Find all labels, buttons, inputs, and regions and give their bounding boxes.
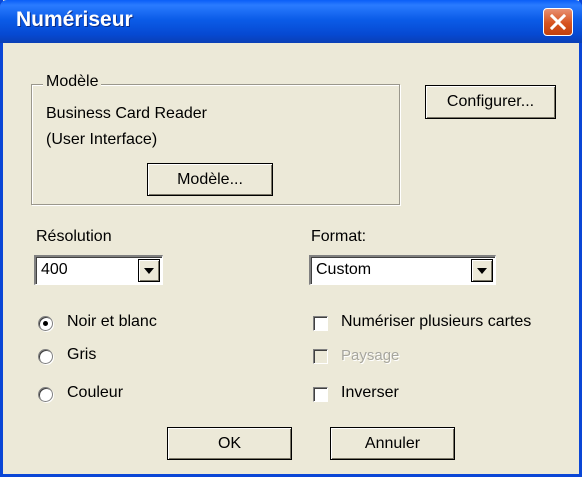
close-button[interactable]	[543, 8, 573, 36]
checkbox-numeriser-plusieurs-cartes-label[interactable]: Numériser plusieurs cartes	[341, 313, 531, 331]
model-group-legend: Modèle	[43, 73, 102, 91]
model-name-line2: (User Interface)	[46, 131, 158, 148]
checkbox-numeriser-plusieurs-cartes[interactable]	[313, 316, 328, 331]
ok-button[interactable]: OK	[167, 427, 292, 460]
configure-button-label: Configurer...	[446, 93, 535, 110]
window-title: Numériseur	[16, 8, 133, 31]
format-label: Format:	[311, 228, 367, 245]
radio-couleur[interactable]	[38, 387, 53, 402]
checkbox-paysage-label: Paysage	[341, 347, 400, 364]
format-select[interactable]: Custom	[309, 255, 496, 285]
format-dropdown-button[interactable]	[471, 259, 493, 282]
radio-gris[interactable]	[38, 349, 53, 364]
chevron-down-icon	[144, 268, 154, 274]
radio-gris-label[interactable]: Gris	[67, 346, 96, 364]
resolution-select[interactable]: 400	[34, 255, 163, 285]
chevron-down-icon	[477, 268, 487, 274]
model-button[interactable]: Modèle...	[147, 163, 273, 196]
format-value: Custom	[316, 261, 372, 278]
resolution-value: 400	[41, 261, 68, 278]
cancel-button-label: Annuler	[364, 434, 421, 452]
checkbox-inverser-label[interactable]: Inverser	[341, 384, 399, 402]
model-name-line1: Business Card Reader	[46, 105, 207, 122]
resolution-label: Résolution	[36, 228, 112, 245]
radio-selected-dot	[43, 321, 48, 326]
radio-noir-et-blanc-label[interactable]: Noir et blanc	[67, 313, 157, 331]
cancel-button[interactable]: Annuler	[330, 427, 455, 460]
close-icon	[550, 14, 566, 30]
resolution-dropdown-button[interactable]	[138, 259, 160, 282]
checkbox-inverser[interactable]	[313, 387, 328, 402]
radio-noir-et-blanc[interactable]	[38, 316, 53, 331]
model-button-label: Modèle...	[177, 170, 243, 188]
title-bar[interactable]: Numériseur	[0, 0, 582, 43]
ok-button-label: OK	[217, 434, 242, 452]
checkbox-paysage	[313, 349, 328, 364]
configure-button[interactable]: Configurer...	[425, 85, 556, 119]
radio-couleur-label[interactable]: Couleur	[67, 384, 123, 402]
